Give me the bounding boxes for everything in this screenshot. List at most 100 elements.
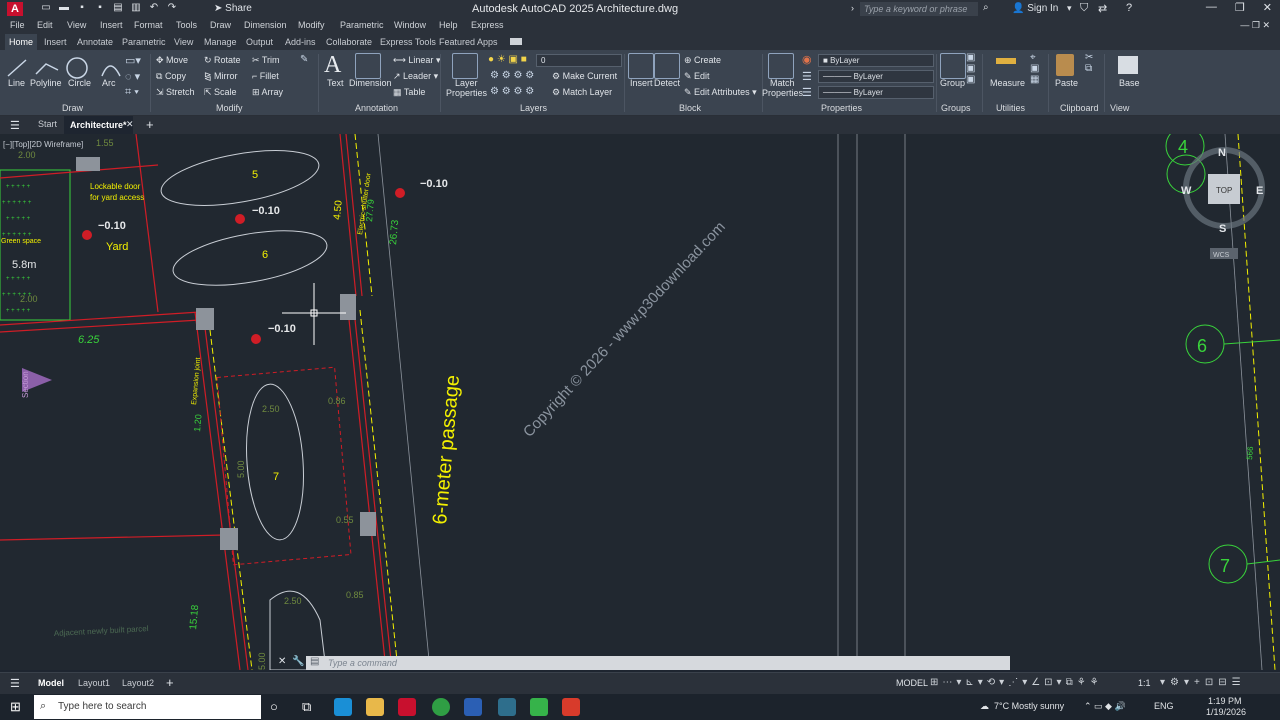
print-icon[interactable]: ▥: [130, 2, 142, 14]
help-search-input[interactable]: Type a keyword or phrase: [860, 2, 978, 16]
menu-modify[interactable]: Modify: [298, 20, 325, 30]
text-icon[interactable]: A: [324, 52, 341, 79]
close-tab-icon[interactable]: ✕: [126, 119, 134, 130]
tab-architecture[interactable]: Architecture*: [64, 116, 133, 134]
command-close-icon[interactable]: ✕: [278, 656, 286, 667]
menu-dimension[interactable]: Dimension: [244, 20, 287, 30]
group-icon[interactable]: [940, 53, 966, 79]
tab-model[interactable]: Model: [38, 678, 64, 688]
word-icon[interactable]: [464, 698, 482, 716]
autocad-taskbar-icon[interactable]: [398, 698, 416, 716]
windows-start-icon[interactable]: ⊞: [10, 699, 21, 715]
tab-express-tools[interactable]: Express Tools: [380, 37, 436, 47]
base-tool[interactable]: Base: [1119, 78, 1140, 88]
linetype-dropdown[interactable]: ───── ByLayer: [818, 70, 934, 83]
share-button[interactable]: ➤ Share: [214, 3, 252, 14]
panel-modify-label[interactable]: Modify: [216, 103, 243, 113]
text-tool[interactable]: Text: [327, 78, 344, 88]
language-indicator[interactable]: ENG: [1154, 701, 1174, 711]
lineweight-icon[interactable]: ☰: [802, 86, 812, 99]
viewport-controls[interactable]: [−][Top][2D Wireframe]: [3, 140, 83, 149]
rectangle-icon[interactable]: ▭▾: [125, 54, 141, 67]
layer-dropdown[interactable]: 0: [536, 54, 622, 67]
save-as-icon[interactable]: ▪: [94, 2, 106, 14]
menu-format[interactable]: Format: [134, 20, 163, 30]
color-dropdown[interactable]: ■ ByLayer: [818, 54, 934, 67]
dimension-icon[interactable]: [355, 53, 381, 79]
tab-featured-apps[interactable]: Featured Apps: [439, 37, 498, 47]
navcube-north[interactable]: N: [1218, 147, 1226, 159]
menu-tools[interactable]: Tools: [176, 20, 197, 30]
menu-window-controls[interactable]: — ❐ ✕: [1240, 20, 1270, 31]
menu-draw[interactable]: Draw: [210, 20, 231, 30]
sign-in-button[interactable]: 👤 Sign In: [1012, 3, 1058, 14]
panel-layers-label[interactable]: Layers: [520, 103, 547, 113]
match-properties-icon[interactable]: [768, 53, 794, 79]
tab-parametric[interactable]: Parametric: [122, 37, 166, 47]
exchange-icon[interactable]: ⇄: [1098, 2, 1107, 15]
boundary-icon[interactable]: ⌗ ▾: [125, 86, 139, 99]
circle-tool[interactable]: Circle: [68, 78, 91, 88]
add-layout-icon[interactable]: +: [166, 675, 174, 690]
menu-help[interactable]: Help: [439, 20, 458, 30]
edit-attributes-tool[interactable]: ✎ Edit Attributes ▾: [684, 87, 757, 98]
chevron-right-icon[interactable]: ›: [851, 3, 854, 13]
lineweight-dropdown[interactable]: ───── ByLayer: [818, 86, 934, 99]
edit-block-tool[interactable]: ✎ Edit: [684, 71, 710, 82]
plot-icon[interactable]: ▤: [112, 2, 124, 14]
move-tool[interactable]: ✥ Move: [156, 55, 188, 66]
tab-layout2[interactable]: Layout2: [122, 678, 154, 688]
annotation-scale[interactable]: 1:1: [1138, 678, 1151, 688]
app-icon[interactable]: [498, 698, 516, 716]
new-file-icon[interactable]: ▭: [40, 2, 52, 14]
table-tool[interactable]: ▦ Table: [393, 87, 425, 98]
tab-view[interactable]: View: [174, 37, 193, 47]
menu-insert[interactable]: Insert: [100, 20, 123, 30]
minimize-icon[interactable]: —: [1206, 1, 1217, 14]
clock-time[interactable]: 1:19 PM: [1208, 696, 1242, 706]
model-space-button[interactable]: MODEL: [896, 678, 928, 688]
panel-annotation-label[interactable]: Annotation: [355, 103, 398, 113]
drafting-toggles-icons[interactable]: ⊞⋯▾⊾▾⟲▾⋰▾∠⊡▾⧉⚘⚘: [930, 677, 1103, 688]
scale-tool[interactable]: ⇱ Scale: [204, 87, 237, 98]
measure-icon[interactable]: [996, 58, 1016, 64]
layer-tools-icons[interactable]: ⚙ ⚙ ⚙ ⚙: [490, 70, 534, 81]
tab-insert[interactable]: Insert: [44, 37, 67, 47]
menu-view[interactable]: View: [67, 20, 86, 30]
menu-parametric[interactable]: Parametric: [340, 20, 384, 30]
trim-tool[interactable]: ✂ Trim: [252, 55, 280, 66]
navcube-south[interactable]: S: [1219, 223, 1226, 235]
tab-output[interactable]: Output: [246, 37, 273, 47]
measure-tool[interactable]: Measure: [990, 78, 1025, 88]
layer-properties-label-1[interactable]: Layer: [455, 78, 478, 88]
layer-state-icons[interactable]: ● ☀ ▣ ■: [488, 54, 527, 65]
chrome-icon[interactable]: [432, 698, 450, 716]
tab-home[interactable]: Home: [5, 34, 38, 50]
command-line-input[interactable]: Type a command: [306, 656, 1010, 670]
help-icon[interactable]: ?: [1126, 2, 1132, 14]
system-tray-icons[interactable]: ⌃ ▭ ◆ 🔊: [1084, 701, 1126, 712]
copy-tool[interactable]: ⧉ Copy: [156, 71, 186, 82]
panel-block-label[interactable]: Block: [679, 103, 701, 113]
utility-tools-icons[interactable]: ⌖ ▣ ▦: [1030, 52, 1039, 85]
detect-icon[interactable]: [654, 53, 680, 79]
clipboard-tools-icons[interactable]: ✂ ⧉: [1085, 52, 1093, 74]
cart-icon[interactable]: ⛉: [1080, 2, 1088, 15]
weather-icon[interactable]: ☁: [980, 701, 989, 712]
command-settings-icon[interactable]: 🔧: [292, 656, 304, 667]
insert-tool[interactable]: Insert: [630, 78, 653, 88]
detect-tool[interactable]: Detect: [654, 78, 680, 88]
save-icon[interactable]: ▪: [76, 2, 88, 14]
drawing-canvas[interactable]: + + + + + + + + + + + + + + + + + + + + + …: [0, 134, 1280, 670]
hamburger-menu-icon[interactable]: ☰: [10, 119, 20, 132]
drawing-svg[interactable]: + + + + ++ + + + + + + + + + ++ + + + + …: [0, 134, 1280, 670]
group-tool[interactable]: Group: [940, 78, 965, 88]
panel-view-label[interactable]: View: [1110, 103, 1129, 113]
dimension-tool[interactable]: Dimension: [349, 78, 392, 88]
weather-text[interactable]: 7°C Mostly sunny: [994, 701, 1064, 711]
layer-properties-label-2[interactable]: Properties: [446, 88, 487, 98]
panel-draw-label[interactable]: Draw: [62, 103, 83, 113]
panel-properties-label[interactable]: Properties: [821, 103, 862, 113]
undo-icon[interactable]: ↶: [148, 2, 160, 14]
stretch-tool[interactable]: ⇲ Stretch: [156, 87, 195, 98]
